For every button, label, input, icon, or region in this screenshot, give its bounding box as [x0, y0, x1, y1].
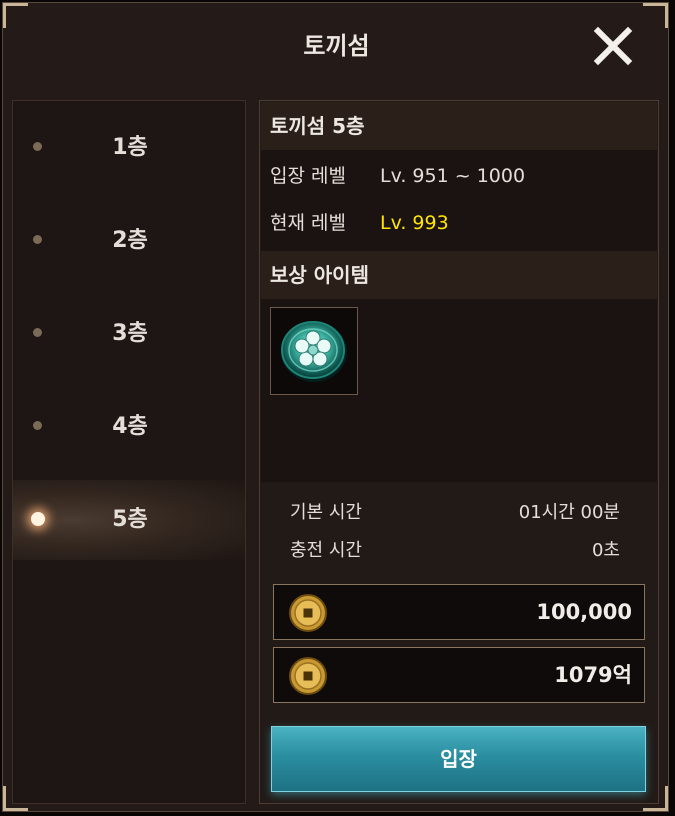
- enter-button[interactable]: 입장: [271, 726, 646, 792]
- selected-indicator-icon: [31, 512, 45, 526]
- current-level-row: 현재 레벨 Lv. 993: [270, 208, 449, 238]
- floor-item-2[interactable]: 2층: [13, 201, 245, 281]
- floor-info: 토끼섬 5층 입장 레벨 Lv. 951 ~ 1000 현재 레벨 Lv. 993 …: [261, 102, 657, 482]
- current-level-value: Lv. 993: [380, 212, 449, 234]
- floor-title: 토끼섬 5층: [261, 102, 657, 150]
- current-level-label: 현재 레벨: [270, 212, 346, 234]
- entry-level-value: Lv. 951 ~ 1000: [380, 165, 526, 187]
- floor-item-5[interactable]: 5층: [13, 480, 245, 560]
- floor-label: 1층: [112, 135, 148, 160]
- cost-amount: 100,000: [536, 600, 632, 624]
- charge-time-value: 0초: [591, 540, 620, 561]
- base-time-row: 기본 시간 01시간 00분: [290, 496, 620, 530]
- entry-level-row: 입장 레벨 Lv. 951 ~ 1000: [270, 161, 525, 191]
- jade-flower-medallion-icon: [281, 321, 347, 382]
- floor-label: 5층: [112, 507, 148, 532]
- reward-item-slot[interactable]: [270, 307, 358, 395]
- currency-owned-row: 1079억: [273, 647, 645, 703]
- floor-label: 4층: [112, 414, 148, 439]
- reward-header: 보상 아이템: [261, 251, 657, 299]
- bullet-icon: [33, 142, 42, 151]
- currency-amount: 1079억: [554, 663, 632, 687]
- floor-list: 1층 2층 3층 4층 5층: [12, 100, 246, 804]
- bullet-icon: [33, 421, 42, 430]
- floor-label: 3층: [112, 321, 148, 346]
- dungeon-window: 토끼섬 1층 2층 3층 4층 5층 토끼섬 5층 입장 레벨 Lv. 951 …: [2, 2, 669, 812]
- floor-item-1[interactable]: 1층: [13, 108, 245, 188]
- floor-label: 2층: [112, 228, 148, 253]
- floor-detail-panel: 토끼섬 5층 입장 레벨 Lv. 951 ~ 1000 현재 레벨 Lv. 993 …: [259, 100, 659, 804]
- gold-coin-icon: [289, 657, 327, 695]
- base-time-label: 기본 시간: [290, 502, 362, 523]
- floor-item-3[interactable]: 3층: [13, 294, 245, 374]
- bullet-icon: [33, 328, 42, 337]
- entry-level-label: 입장 레벨: [270, 165, 346, 187]
- window-title: 토끼섬: [303, 32, 370, 60]
- bullet-icon: [33, 235, 42, 244]
- floor-item-4[interactable]: 4층: [13, 387, 245, 467]
- charge-time-row: 충전 시간 0초: [290, 534, 620, 568]
- charge-time-label: 충전 시간: [290, 540, 362, 561]
- close-button[interactable]: [588, 21, 638, 71]
- cost-row: 100,000: [273, 584, 645, 640]
- gold-coin-icon: [289, 594, 327, 632]
- close-icon: [593, 26, 633, 66]
- base-time-value: 01시간 00분: [518, 502, 620, 523]
